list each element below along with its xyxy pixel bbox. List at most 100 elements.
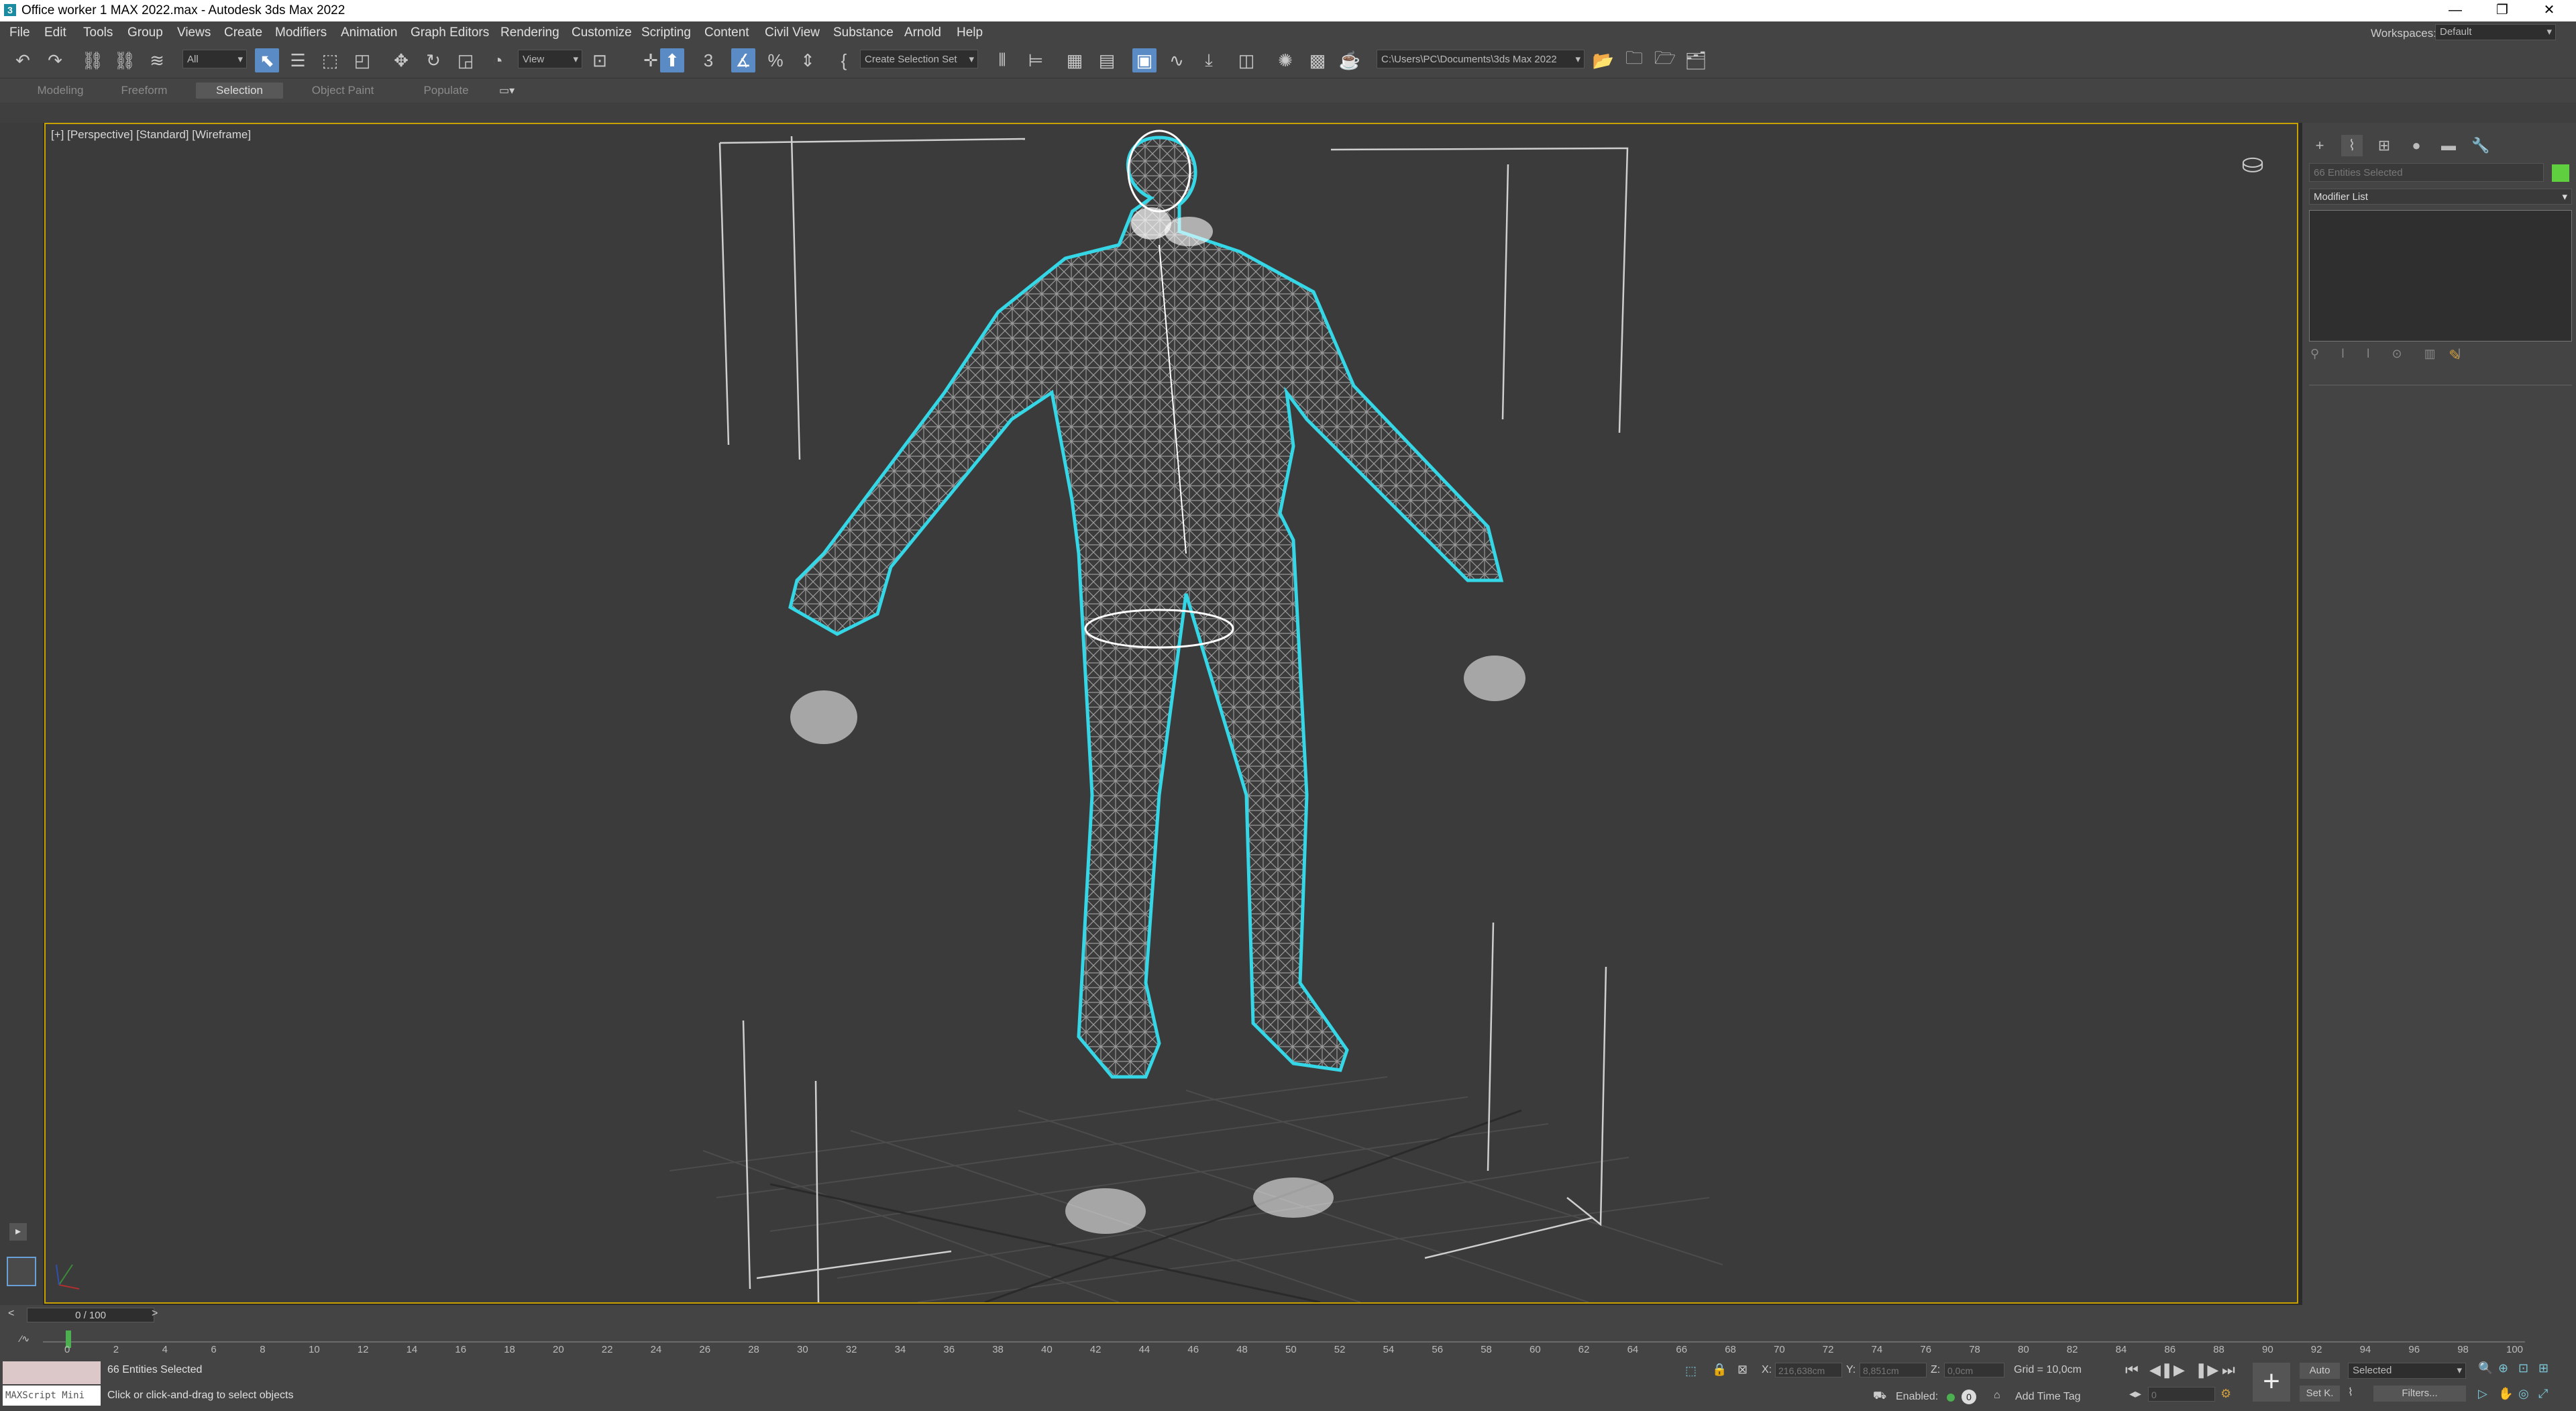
- zoom-extents-all-icon[interactable]: ⊞: [2538, 1361, 2548, 1375]
- modify-panel-icon[interactable]: ⌇: [2341, 135, 2363, 156]
- bind-space-warp-icon[interactable]: ≋: [145, 48, 169, 72]
- link-icon[interactable]: ⛓: [80, 48, 105, 72]
- render-setup-icon[interactable]: ✺: [1273, 48, 1297, 72]
- key-mode-icon[interactable]: ⌇: [2348, 1386, 2365, 1402]
- ribbon-tab-object-paint[interactable]: Object Paint: [299, 83, 386, 99]
- track-bar-ruler[interactable]: 0 2 4 6 8 10 12 14 16 18 20 22 24 26 28 30 32 34 36 38 40 42 4…: [43, 1329, 2525, 1355]
- create-panel-icon[interactable]: +: [2309, 135, 2330, 156]
- set-project-icon[interactable]: 🗀: [1622, 48, 1646, 72]
- current-frame-field[interactable]: 0: [2148, 1387, 2215, 1402]
- ribbon-tab-freeform[interactable]: Freeform: [107, 83, 181, 99]
- spinner-snap-icon[interactable]: ⇕: [796, 48, 820, 72]
- ribbon-tab-selection[interactable]: Selection: [196, 83, 283, 99]
- project-folder-dropdown[interactable]: C:\Users\PC\Documents\3ds Max 2022: [1377, 50, 1585, 69]
- keyboard-shortcut-override-icon[interactable]: ⬆: [660, 48, 684, 72]
- z-coordinate-field[interactable]: 0,0cm: [1944, 1363, 2004, 1377]
- time-configuration-icon[interactable]: ⚙: [2220, 1387, 2231, 1401]
- hierarchy-panel-icon[interactable]: ⊞: [2373, 135, 2395, 156]
- ribbon-tab-modeling[interactable]: Modeling: [27, 83, 94, 99]
- selection-filter-dropdown[interactable]: All: [182, 50, 247, 69]
- time-slider-next-icon[interactable]: >: [152, 1308, 158, 1320]
- restore-button[interactable]: ❐: [2482, 0, 2522, 21]
- workspaces-dropdown[interactable]: Default: [2435, 24, 2556, 40]
- stack-tools-icons[interactable]: ⚲ ǀ ǀ ⊙ ▥ ǀ: [2310, 347, 2532, 367]
- track-bar-icon[interactable]: ⁄∿: [20, 1333, 40, 1349]
- adaptive-degradation-icon[interactable]: ⛟: [1873, 1390, 1886, 1403]
- modifier-list-dropdown[interactable]: Modifier List: [2309, 189, 2572, 205]
- time-tag-icon[interactable]: 0: [1962, 1390, 1976, 1404]
- minimize-button[interactable]: —: [2435, 0, 2475, 21]
- curve-editor-icon[interactable]: ∿: [1165, 48, 1189, 72]
- render-production-icon[interactable]: ☕: [1338, 48, 1362, 72]
- viewcube-icon[interactable]: ⛀: [2229, 148, 2277, 178]
- zoom-extents-icon[interactable]: ⊡: [2518, 1361, 2528, 1375]
- menu-substance[interactable]: Substance: [833, 25, 894, 40]
- menu-create[interactable]: Create: [224, 25, 262, 40]
- selection-lock-icon[interactable]: 🔒: [1712, 1363, 1727, 1377]
- angle-snap-icon[interactable]: ∡: [731, 48, 755, 72]
- layer-explorer-icon[interactable]: ▤: [1095, 48, 1119, 72]
- project-stack-icon[interactable]: 🗁: [1653, 48, 1677, 72]
- select-by-name-icon[interactable]: ☰: [286, 48, 310, 72]
- play-icon[interactable]: ▶: [2174, 1361, 2185, 1379]
- menu-group[interactable]: Group: [127, 25, 163, 40]
- menu-arnold[interactable]: Arnold: [904, 25, 941, 40]
- select-and-scale-icon[interactable]: ◲: [453, 48, 478, 72]
- maximize-viewport-icon[interactable]: ⤢: [2538, 1387, 2548, 1401]
- object-name-field[interactable]: 66 Entities Selected: [2309, 163, 2544, 182]
- zoom-icon[interactable]: 🔍: [2478, 1361, 2493, 1375]
- open-explorer-icon[interactable]: 📂: [1591, 48, 1615, 72]
- menu-edit[interactable]: Edit: [44, 25, 66, 40]
- rendered-frame-window-icon[interactable]: ▩: [1305, 48, 1330, 72]
- go-to-end-icon[interactable]: ⏭: [2222, 1361, 2235, 1379]
- add-time-tag-button[interactable]: Add Time Tag: [2015, 1391, 2081, 1403]
- absolute-mode-icon[interactable]: ⊠: [1737, 1363, 1748, 1377]
- set-key-icon[interactable]: +: [2253, 1363, 2290, 1402]
- snaps-toggle-icon[interactable]: 3: [696, 48, 720, 72]
- isolate-selection-icon[interactable]: ⬚: [1685, 1364, 1697, 1378]
- rectangular-selection-icon[interactable]: ⬚: [318, 48, 342, 72]
- menu-file[interactable]: File: [9, 25, 30, 40]
- ribbon-options-icon[interactable]: ▭▾: [499, 84, 519, 97]
- key-filters-button[interactable]: Filters...: [2373, 1386, 2466, 1402]
- select-and-place-icon[interactable]: ◔: [486, 48, 510, 72]
- menu-content[interactable]: Content: [704, 25, 749, 40]
- viewport-label[interactable]: [+] [Perspective] [Standard] [Wireframe]: [51, 128, 251, 142]
- menu-graph-editors[interactable]: Graph Editors: [411, 25, 489, 40]
- select-manipulate-icon[interactable]: ✛: [639, 48, 663, 72]
- expand-layout-icon[interactable]: ▸: [9, 1223, 27, 1241]
- motion-panel-icon[interactable]: ●: [2406, 135, 2427, 156]
- undo-icon[interactable]: ↶: [11, 48, 35, 72]
- set-key-button[interactable]: Set K.: [2300, 1386, 2340, 1402]
- pan-view-icon[interactable]: ✋: [2498, 1387, 2513, 1401]
- time-slider[interactable]: 0 / 100: [27, 1308, 154, 1322]
- select-object-icon[interactable]: ⬉: [255, 48, 279, 72]
- menu-help[interactable]: Help: [957, 25, 983, 40]
- perspective-viewport[interactable]: [+] [Perspective] [Standard] [Wireframe]…: [44, 123, 2298, 1304]
- menu-civil-view[interactable]: Civil View: [765, 25, 820, 40]
- menu-rendering[interactable]: Rendering: [500, 25, 559, 40]
- redo-icon[interactable]: ↷: [43, 48, 67, 72]
- align-icon[interactable]: ⊨: [1024, 48, 1048, 72]
- display-panel-icon[interactable]: ▬: [2438, 135, 2459, 156]
- window-crossing-icon[interactable]: ◰: [350, 48, 374, 72]
- named-selection-sets-dropdown[interactable]: Create Selection Set: [860, 50, 978, 69]
- utilities-panel-icon[interactable]: 🔧: [2470, 135, 2491, 156]
- modifier-stack[interactable]: [2309, 210, 2572, 342]
- menu-customize[interactable]: Customize: [572, 25, 632, 40]
- unlink-icon[interactable]: ⛓: [113, 48, 137, 72]
- object-color-swatch[interactable]: [2552, 164, 2569, 182]
- field-of-view-icon[interactable]: ▷: [2478, 1387, 2487, 1401]
- previous-frame-icon[interactable]: ◀❚: [2149, 1361, 2173, 1379]
- maxscript-mini-input[interactable]: MAXScript Mini: [3, 1386, 101, 1406]
- menu-views[interactable]: Views: [177, 25, 211, 40]
- project-settings-icon[interactable]: 🗂: [1684, 48, 1708, 72]
- time-slider-prev-icon[interactable]: <: [8, 1308, 14, 1320]
- key-mode-toggle-icon[interactable]: ◂▸: [2129, 1387, 2141, 1401]
- maxscript-listener-output[interactable]: [3, 1361, 101, 1384]
- material-editor-icon[interactable]: ◫: [1234, 48, 1258, 72]
- configure-modifier-sets-icon[interactable]: ✎: [2449, 347, 2469, 367]
- menu-animation[interactable]: Animation: [341, 25, 398, 40]
- schematic-view-icon[interactable]: ⤓: [1197, 48, 1221, 72]
- menu-scripting[interactable]: Scripting: [641, 25, 691, 40]
